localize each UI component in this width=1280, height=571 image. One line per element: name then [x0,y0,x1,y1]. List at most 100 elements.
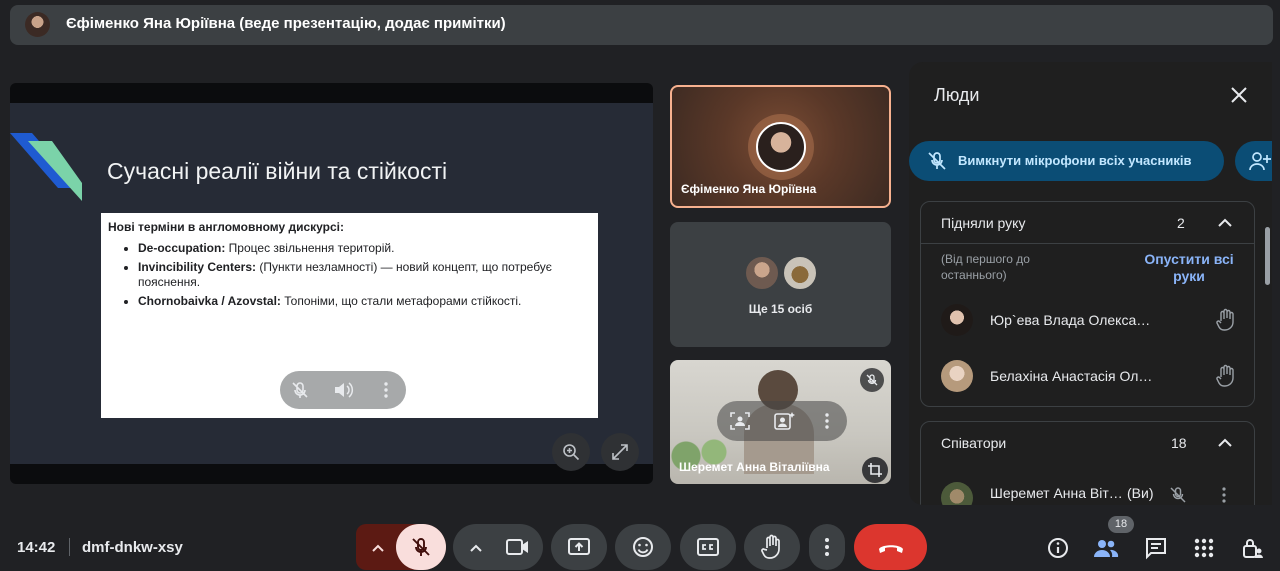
divider [921,243,1254,244]
more-vert-icon [825,538,829,556]
videocam-icon [506,539,528,555]
volume-icon[interactable] [332,380,354,400]
participant-name: Белахіна Анастасія Ол… [990,368,1153,384]
chat-button[interactable] [1143,535,1169,561]
add-people-button[interactable] [1235,141,1272,181]
camera-options-button[interactable] [466,538,486,558]
chat-icon [1146,538,1166,560]
emoji-icon [633,537,653,557]
activities-button[interactable] [1191,535,1217,561]
participant-tile-camera[interactable]: Шеремет Анна Віталіївна [670,360,891,484]
mic-off-icon [928,152,946,170]
avatar [941,360,973,392]
order-note: (Від першого до останнього) [941,252,1030,282]
expand-icon [612,444,628,460]
fullscreen-button[interactable] [601,433,639,471]
section-count: 2 [1177,215,1185,231]
raised-hand-icon[interactable] [1215,364,1237,388]
lock-person-icon [1243,539,1263,558]
chevron-up-icon [470,544,482,552]
mute-all-button[interactable]: Вимкнути мікрофони всіх учасників [909,141,1224,181]
more-vert-icon[interactable] [817,411,837,431]
present-to-all-icon [568,538,590,555]
raise-hand-button[interactable] [744,524,800,570]
participant-name: Шеремет Анна Віталіївна [679,460,830,474]
more-vert-icon[interactable] [1218,486,1230,504]
zoom-in-icon [563,444,580,461]
slide-title: Сучасні реалії війни та стійкості [107,158,448,184]
raised-hands-section: Підняли руку 2 (Від першого до останньог… [920,201,1255,407]
avatar [941,482,973,505]
crop-icon [868,463,882,477]
person-add-icon [1249,152,1271,171]
divider [69,538,70,556]
microphone-toggle-button[interactable] [396,524,446,570]
present-button[interactable] [551,524,607,570]
avatar [941,304,973,336]
meeting-code: dmf-dnkw-xsy [82,539,183,556]
mic-off-icon [412,538,430,556]
cohosts-section: Співатори 18 Шеремет Анна Віт… (Ви) [920,421,1255,505]
info-icon [1048,538,1068,558]
panel-title: Люди [934,85,980,105]
close-icon[interactable] [1229,85,1249,105]
people-button[interactable] [1093,535,1119,561]
section-count: 18 [1171,435,1187,451]
raised-hand-icon [761,534,780,559]
presentation-hover-controls [280,371,406,409]
participant-tile-others[interactable]: Ще 15 осіб [670,222,891,347]
slide: Сучасні реалії війни та стійкості Нові т… [10,103,653,464]
slide-bullet: Invincibility Centers: (Пункти незламнос… [138,260,593,290]
host-controls-button[interactable] [1240,535,1266,561]
section-title: Співатори [941,435,1007,451]
reactions-button[interactable] [615,524,671,570]
meeting-details-button[interactable] [1045,535,1071,561]
slide-bullet: De-occupation: Процес звільнення територ… [138,241,593,256]
mute-all-label: Вимкнути мікрофони всіх учасників [958,153,1192,168]
people-count-badge: 18 [1108,516,1134,533]
camera-toggle-button[interactable] [505,536,531,558]
tile-hover-controls [717,401,847,441]
avatar [744,255,780,291]
presentation-view[interactable]: Сучасні реалії війни та стійкості Нові т… [10,83,653,484]
chevron-up-icon [372,544,384,552]
chevron-up-icon[interactable] [1217,436,1233,448]
slide-bullet: Chornobaivka / Azovstal: Топоніми, що ст… [138,294,593,309]
presenter-avatar [25,12,50,37]
muted-indicator [860,368,884,392]
participant-name: Юр`ева Влада Олекса… [990,312,1151,328]
section-title: Підняли руку [941,215,1026,231]
avatar [782,255,818,291]
effects-icon[interactable] [773,411,795,431]
panel-scrollbar[interactable] [1265,227,1270,285]
crop-button[interactable] [862,457,888,483]
chevron-up-icon[interactable] [1217,216,1233,228]
others-count-label: Ще 15 осіб [748,302,813,316]
call-end-icon [878,545,903,553]
frame-person-icon[interactable] [729,411,751,431]
presenter-banner-text: Єфіменко Яна Юріївна (веде презентацію, … [66,15,506,32]
leave-call-button[interactable] [854,524,927,570]
slide-decoration [10,133,82,201]
lower-all-hands-button[interactable]: Опустити всі руки [1129,251,1249,285]
participant-name: Єфіменко Яна Юріївна [681,182,817,196]
captions-button[interactable] [680,524,736,570]
mic-off-icon [866,374,878,386]
mic-off-icon[interactable] [290,380,310,400]
mic-off-icon [1170,487,1186,503]
closed-caption-icon [697,538,719,556]
clock: 14:42 [17,539,56,556]
more-options-button[interactable] [809,524,845,570]
people-icon [1094,540,1119,557]
participant-name: Шеремет Анна Віт… [990,485,1123,501]
avatar [756,122,806,172]
apps-grid-icon [1194,538,1214,558]
mic-options-button[interactable] [368,538,388,558]
raised-hand-icon[interactable] [1215,308,1237,332]
participant-tile-presenter[interactable]: Єфіменко Яна Юріївна [670,85,891,208]
slide-box-heading: Нові терміни в англомовному дискурсі: [108,220,344,234]
zoom-in-button[interactable] [552,433,590,471]
more-vert-icon[interactable] [376,380,396,400]
you-tag: (Ви) [1127,485,1154,501]
slide-bullet-list: De-occupation: Процес звільнення територ… [108,241,593,313]
